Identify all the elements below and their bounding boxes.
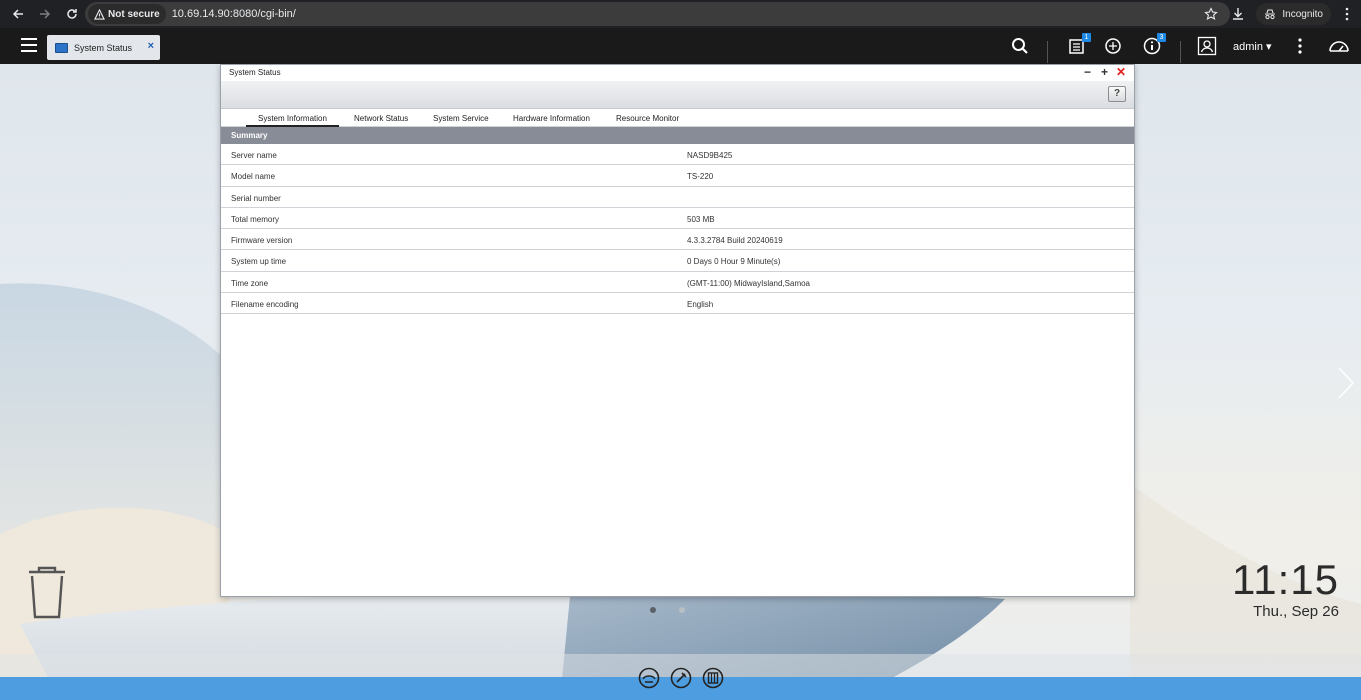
search-icon[interactable] [1010,36,1030,56]
table-row: Firmware version 4.3.3.2784 Build 2024061… [221,229,1134,251]
row-label: System up time [231,257,287,267]
tab-bar: System Information Network Status System… [221,109,1134,127]
close-window-icon[interactable]: ✕ [1116,66,1126,79]
trash-icon[interactable] [25,566,69,620]
incognito-icon [1265,9,1276,20]
tab-system-service[interactable]: System Service [433,114,489,123]
row-value: 4.3.3.2784 Build 20240619 [687,236,783,246]
row-value: 0 Days 0 Hour 9 Minute(s) [687,257,781,267]
url-text: 10.69.14.90:8080/cgi-bin/ [171,8,296,20]
row-label: Firmware version [231,236,293,246]
external-device-icon[interactable] [1103,36,1123,56]
info-table: Server name NASD9B425 Model name TS-220 Se… [221,144,1134,315]
row-label: Time zone [231,278,269,288]
dock-app-icon-2[interactable] [670,667,692,689]
row-value: NASD9B425 [687,151,733,160]
incognito-indicator[interactable]: Incognito [1256,3,1331,25]
divider [1047,41,1048,63]
main-menu-icon[interactable] [21,38,37,52]
taskbar-app-label: System Status [74,42,133,53]
desktop-clock-date: Thu., Sep 26 [1253,603,1339,620]
monitor-icon [55,42,68,53]
help-button[interactable]: ? [1108,86,1126,102]
more-options-icon[interactable] [1290,36,1310,56]
dock-app-icon-1[interactable] [638,667,660,689]
table-row: Server name NASD9B425 [221,144,1134,166]
tab-hardware-information[interactable]: Hardware Information [513,114,590,123]
row-label: Filename encoding [231,300,299,310]
background-tasks-button[interactable]: 1 [1067,33,1091,56]
tab-resource-monitor[interactable]: Resource Monitor [616,114,679,123]
dock-app-icon-3[interactable] [702,667,724,689]
tab-system-information[interactable]: System Information [246,114,339,127]
reload-icon [67,9,77,19]
row-label: Model name [231,172,276,182]
table-row: Model name TS-220 [221,165,1134,187]
incognito-label: Incognito [1282,8,1323,20]
table-row: Serial number [221,187,1134,208]
page-indicator[interactable] [679,607,685,613]
divider [1180,41,1181,63]
tab-network-status[interactable]: Network Status [354,114,408,123]
forward-button[interactable] [33,2,57,26]
taskbar-app-tab[interactable]: System Status × [47,35,160,60]
warning-icon [94,8,105,20]
table-row: System up time 0 Days 0 Hour 9 Minute(s) [221,250,1134,272]
maximize-icon[interactable]: + [1101,66,1108,79]
qts-taskbar: System Status × 1 3 admin ▾ [0,28,1361,64]
tasks-badge: 1 [1082,33,1091,42]
download-icon[interactable] [1230,6,1246,22]
window-title: System Status [229,68,281,77]
user-avatar-icon[interactable] [1197,36,1217,56]
row-label: Total memory [231,214,280,224]
security-label: Not secure [108,8,160,20]
dashboard-gauge-icon[interactable] [1328,36,1350,56]
table-row: Time zone (GMT-11:00) MidwayIsland,Samoa [221,272,1134,294]
row-label: Server name [231,151,277,160]
arrow-left-icon [12,9,23,19]
row-value: (GMT-11:00) MidwayIsland,Samoa [687,278,811,288]
table-row: Filename encoding English [221,293,1134,315]
desktop-clock-time: 11:15 [1232,556,1339,603]
next-page-arrow-icon[interactable] [1335,366,1357,400]
minimize-icon[interactable]: − [1084,66,1091,79]
bookmark-star-icon[interactable] [1204,7,1218,21]
browser-toolbar: Not secure 10.69.14.90:8080/cgi-bin/ Inc… [0,0,1361,28]
security-indicator[interactable]: Not secure [88,4,166,24]
reload-button[interactable] [60,2,84,26]
row-value: TS-220 [687,172,714,182]
summary-section-header: Summary [221,127,1134,144]
window-toolbar: ? [221,81,1134,109]
system-status-window: System Status − + ✕ ? System Information… [220,64,1135,597]
user-menu[interactable]: admin ▾ [1233,40,1272,53]
arrow-right-icon [40,9,51,19]
row-value: 503 MB [687,214,715,224]
notification-badge: 3 [1157,33,1166,42]
close-tab-icon[interactable]: × [148,40,154,52]
event-notification-button[interactable]: 3 [1142,33,1166,56]
row-value: English [687,300,714,310]
window-titlebar[interactable]: System Status − + ✕ [221,65,1134,81]
page-indicator-active[interactable] [650,607,656,613]
address-bar[interactable]: Not secure 10.69.14.90:8080/cgi-bin/ [85,2,1230,26]
back-button[interactable] [6,2,30,26]
table-row: Total memory 503 MB [221,208,1134,230]
browser-menu-icon[interactable] [1339,6,1355,22]
row-label: Serial number [231,193,281,203]
